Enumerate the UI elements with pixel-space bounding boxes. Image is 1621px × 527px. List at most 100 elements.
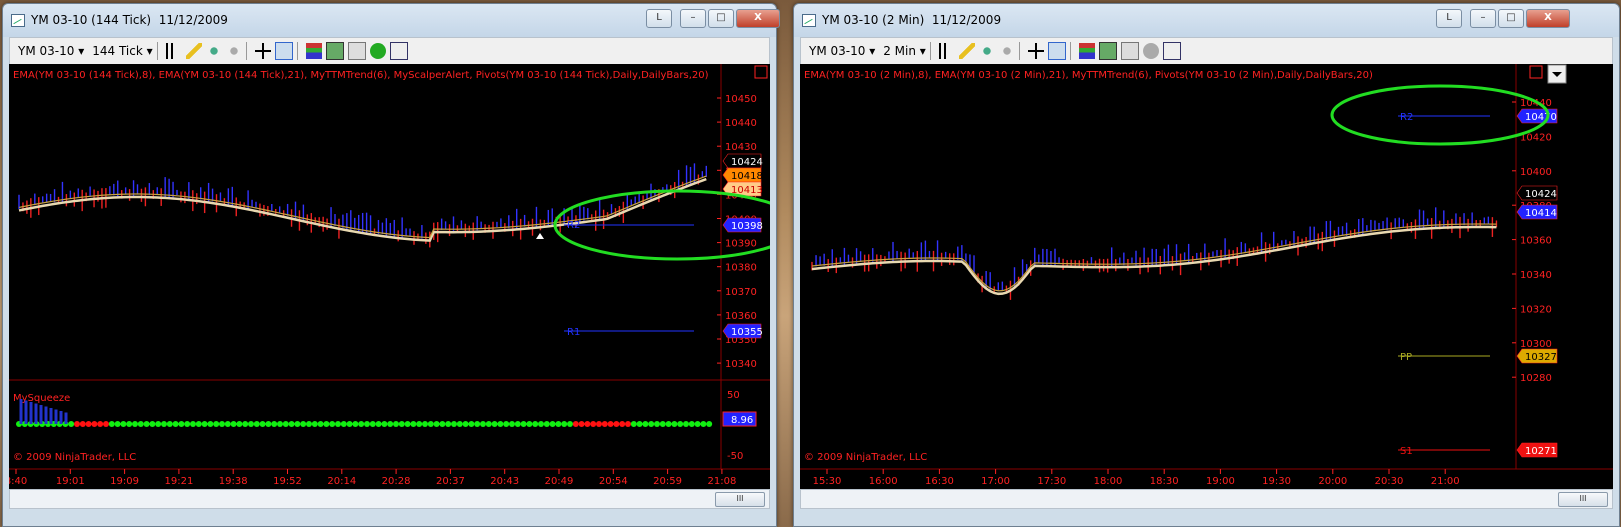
properties-icon[interactable] [1120,42,1139,60]
squeeze-dot [375,421,382,427]
instrument-selector[interactable]: YM 03-10 ▾ [18,44,84,58]
right-horizontal-scrollbar[interactable]: III [800,489,1613,509]
indicators-icon[interactable] [305,43,322,59]
copyright-text: © 2009 NinjaTrader, LLC [804,452,927,463]
squeeze-dot [335,421,341,427]
zoom-icon[interactable] [1047,42,1066,60]
data-box-icon[interactable] [389,42,408,60]
crosshair-icon[interactable] [254,43,271,59]
squeeze-dot [619,421,626,427]
time-axis-label: 15:30 [813,476,842,487]
chart-app-icon [802,14,816,27]
squeeze-dot [642,421,649,427]
left-chart-panel[interactable]: EMA(YM 03-10 (144 Tick),8), EMA(YM 03-10… [9,64,770,489]
squeeze-value: 8.96 [731,415,753,426]
eraser-icon[interactable] [225,43,242,59]
right-chart-panel[interactable]: EMA(YM 03-10 (2 Min),8), EMA(YM 03-10 (2… [800,64,1613,489]
marker-icon[interactable] [978,43,995,59]
pencil-icon[interactable] [958,43,975,59]
squeeze-dot [108,421,115,427]
layout-button[interactable]: L [1436,9,1462,28]
panel-menu-icon[interactable] [1529,65,1543,79]
squeeze-dot [688,421,695,427]
price-tag-value: 10398 [731,221,763,232]
right-title-bar[interactable]: YM 03-10 (2 Min) 11/12/2009 L – □ X [794,4,1619,37]
squeeze-dot [294,421,301,427]
squeeze-dot [555,421,562,427]
right-price-chart[interactable]: EMA(YM 03-10 (2 Min),8), EMA(YM 03-10 (2… [800,64,1613,489]
strategies-icon[interactable] [1098,42,1117,60]
indicators-icon[interactable] [1078,43,1095,59]
instrument-selector[interactable]: YM 03-10 ▾ [809,44,875,58]
price-axis-label: 10280 [1520,373,1552,384]
squeeze-dot [277,421,283,427]
minimize-button[interactable]: – [1470,9,1496,28]
squeeze-dot [700,421,707,427]
squeeze-dot [369,421,376,427]
right-indicator-legend: EMA(YM 03-10 (2 Min),8), EMA(YM 03-10 (2… [804,70,1373,81]
pivot-pp-label: PP [1400,352,1412,363]
squeeze-dot [596,421,602,427]
maximize-button[interactable]: □ [1498,9,1524,28]
layout-button[interactable]: L [646,9,672,28]
time-axis-label: 16:00 [869,476,898,487]
dollar-icon[interactable] [1142,43,1159,59]
squeeze-dot [393,421,399,427]
time-axis-label: 16:30 [925,476,954,487]
squeeze-dot [601,421,608,427]
data-box-icon[interactable] [1162,42,1181,60]
bar-type-icon[interactable] [165,43,182,59]
squeeze-dot [306,421,312,427]
squeeze-dot [253,421,260,427]
interval-selector[interactable]: 2 Min ▾ [883,44,926,58]
squeeze-dot [474,421,481,427]
left-price-chart[interactable]: EMA(YM 03-10 (144 Tick),8), EMA(YM 03-10… [9,64,770,489]
crosshair-icon[interactable] [1027,43,1044,59]
squeeze-dot [456,421,463,427]
squeeze-dot [166,421,173,427]
squeeze-dot [103,421,109,427]
squeeze-dot [381,421,388,427]
squeeze-dot [398,421,405,427]
price-axis-label: 10370 [725,287,757,298]
close-button[interactable]: X [1526,9,1570,28]
left-horizontal-scrollbar[interactable]: III [9,489,770,509]
squeeze-dot [68,421,75,427]
squeeze-dot [120,421,127,427]
strategies-icon[interactable] [325,42,344,60]
left-title-bar[interactable]: YM 03-10 (144 Tick) 11/12/2009 L – □ X [3,4,780,37]
squeeze-dot [143,421,150,427]
properties-icon[interactable] [347,42,366,60]
squeeze-dot [439,421,446,427]
time-axis-label: 20:43 [490,476,519,487]
interval-selector[interactable]: 144 Tick ▾ [92,44,152,58]
minimize-button[interactable]: – [680,9,706,28]
squeeze-dot [259,421,266,427]
squeeze-dot [323,421,330,427]
price-tag-value: 10418 [731,171,763,182]
price-axis-label: 10300 [1520,339,1552,350]
bar-type-icon[interactable] [938,43,955,59]
squeeze-dot [636,421,643,427]
dollar-icon[interactable] [369,43,386,59]
squeeze-dot [578,421,585,427]
marker-icon[interactable] [205,43,222,59]
squeeze-dot [404,421,411,427]
scroll-thumb[interactable]: III [1558,492,1608,507]
time-axis-label: 19:21 [164,476,193,487]
squeeze-dot [114,421,121,427]
pencil-icon[interactable] [185,43,202,59]
left-chart-window[interactable]: YM 03-10 (144 Tick) 11/12/2009 L – □ X Y… [2,3,780,527]
squeeze-dot [300,421,307,427]
right-chart-window[interactable]: YM 03-10 (2 Min) 11/12/2009 L – □ X YM 0… [793,3,1620,527]
close-button[interactable]: X [736,9,780,28]
price-axis-label: 10320 [1520,304,1552,315]
squeeze-dot [317,421,324,427]
panel-menu-icon[interactable] [754,65,768,79]
eraser-icon[interactable] [998,43,1015,59]
scroll-thumb[interactable]: III [715,492,765,507]
maximize-button[interactable]: □ [708,9,734,28]
squeeze-dot [572,421,579,427]
zoom-icon[interactable] [274,42,293,60]
squeeze-dot [543,421,550,427]
